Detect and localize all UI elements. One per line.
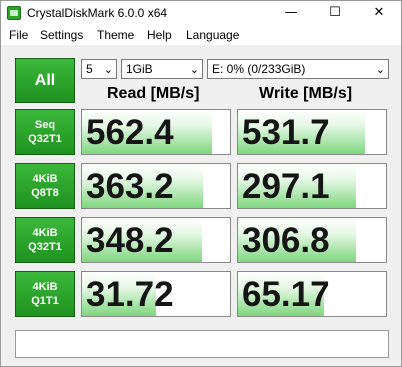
read-result: 363.2 bbox=[81, 163, 231, 209]
read-result-value: 31.72 bbox=[86, 275, 174, 314]
menu-language[interactable]: Language bbox=[186, 28, 239, 42]
test-button-4kib-q8t8[interactable]: 4KiB Q8T8 bbox=[15, 163, 75, 209]
app-disk-icon bbox=[7, 6, 21, 20]
write-result: 306.8 bbox=[237, 217, 387, 263]
test-button-line2: Q32T1 bbox=[28, 133, 62, 145]
test-count-select[interactable]: 5 ⌄ bbox=[81, 59, 117, 79]
write-result-value: 297.1 bbox=[242, 167, 330, 206]
test-button-line1: 4KiB bbox=[32, 227, 58, 239]
read-result-value: 363.2 bbox=[86, 167, 174, 206]
test-button-4kib-q1t1[interactable]: 4KiB Q1T1 bbox=[15, 271, 75, 317]
menu-bar: File Settings Theme Help Language bbox=[1, 25, 401, 45]
chevron-down-icon: ⌄ bbox=[189, 63, 199, 76]
test-button-line2: Q1T1 bbox=[31, 295, 59, 307]
test-button-line1: 4KiB bbox=[32, 281, 58, 293]
chevron-down-icon: ⌄ bbox=[103, 63, 113, 76]
read-result: 31.72 bbox=[81, 271, 231, 317]
write-result-value: 306.8 bbox=[242, 221, 330, 260]
test-button-line1: Seq bbox=[34, 119, 56, 131]
title-bar[interactable]: CrystalDiskMark 6.0.0 x64 — ☐ ✕ bbox=[1, 1, 401, 25]
test-button-line1: 4KiB bbox=[32, 173, 58, 185]
test-count-value: 5 bbox=[86, 62, 93, 76]
read-result-value: 348.2 bbox=[86, 221, 174, 260]
window-title: CrystalDiskMark 6.0.0 x64 bbox=[27, 6, 168, 20]
read-result: 562.4 bbox=[81, 109, 231, 155]
test-size-select[interactable]: 1GiB ⌄ bbox=[121, 59, 203, 79]
write-result: 65.17 bbox=[237, 271, 387, 317]
menu-settings[interactable]: Settings bbox=[40, 28, 83, 42]
run-all-button[interactable]: All bbox=[15, 58, 75, 103]
test-button-line2: Q32T1 bbox=[28, 241, 62, 253]
read-result-value: 562.4 bbox=[86, 113, 174, 152]
write-column-header: Write [MB/s] bbox=[259, 85, 353, 102]
drive-value: E: 0% (0/233GiB) bbox=[212, 62, 306, 76]
chevron-down-icon: ⌄ bbox=[375, 63, 385, 76]
write-result-value: 65.17 bbox=[242, 275, 330, 314]
drive-select[interactable]: E: 0% (0/233GiB) ⌄ bbox=[207, 59, 389, 79]
app-window: CrystalDiskMark 6.0.0 x64 — ☐ ✕ File Set… bbox=[0, 0, 402, 367]
test-button-4kib-q32t1[interactable]: 4KiB Q32T1 bbox=[15, 217, 75, 263]
comment-field[interactable] bbox=[15, 330, 389, 358]
main-panel: All 5 ⌄ 1GiB ⌄ E: 0% (0/233GiB) ⌄ Read [… bbox=[1, 45, 401, 366]
test-button-line2: Q8T8 bbox=[31, 187, 59, 199]
write-result: 531.7 bbox=[237, 109, 387, 155]
write-result: 297.1 bbox=[237, 163, 387, 209]
write-result-value: 531.7 bbox=[242, 113, 330, 152]
menu-file[interactable]: File bbox=[9, 28, 28, 42]
menu-theme[interactable]: Theme bbox=[97, 28, 134, 42]
menu-help[interactable]: Help bbox=[147, 28, 172, 42]
close-button[interactable]: ✕ bbox=[357, 1, 401, 25]
read-result: 348.2 bbox=[81, 217, 231, 263]
minimize-button[interactable]: — bbox=[269, 1, 313, 25]
test-button-seq-q32t1[interactable]: Seq Q32T1 bbox=[15, 109, 75, 155]
read-column-header: Read [MB/s] bbox=[107, 85, 200, 102]
maximize-button[interactable]: ☐ bbox=[313, 1, 357, 25]
test-size-value: 1GiB bbox=[126, 62, 153, 76]
